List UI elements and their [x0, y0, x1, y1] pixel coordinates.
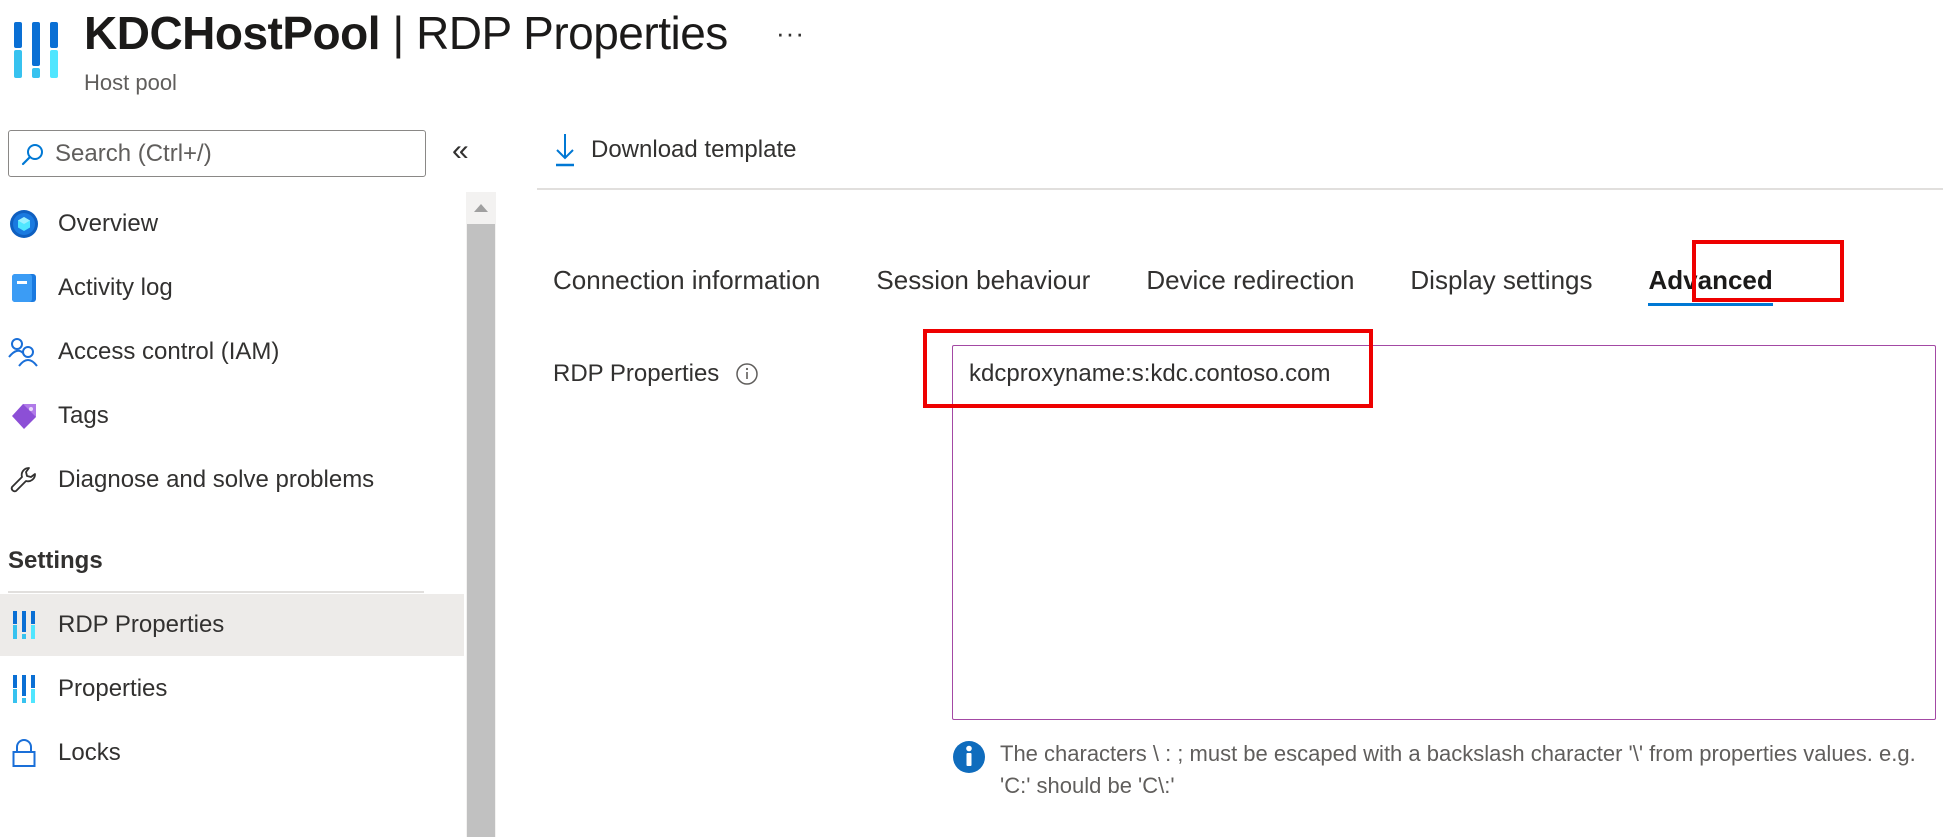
overview-icon: [8, 208, 40, 240]
tag-icon: [8, 400, 40, 432]
tab-session-behaviour[interactable]: Session behaviour: [876, 255, 1090, 306]
download-template-label: Download template: [591, 136, 797, 163]
section-divider: [8, 591, 424, 593]
collapse-sidebar-button[interactable]: «: [452, 136, 469, 166]
info-tooltip-icon[interactable]: [735, 362, 759, 386]
search-input[interactable]: [55, 139, 395, 168]
settings-section-header: Settings: [8, 547, 103, 574]
tab-display-settings[interactable]: Display settings: [1410, 255, 1592, 306]
sidebar-item-rdp-properties[interactable]: RDP Properties: [0, 594, 464, 656]
sidebar-item-properties[interactable]: Properties: [0, 658, 464, 720]
rdp-tabs: Connection information Session behaviour…: [553, 240, 1829, 320]
escape-info-message: The characters \ : ; must be escaped wit…: [952, 738, 1932, 802]
sidebar-item-tags[interactable]: Tags: [0, 385, 464, 447]
sidebar-item-diagnose[interactable]: Diagnose and solve problems: [0, 449, 464, 511]
rdp-properties-label: RDP Properties: [553, 360, 759, 388]
blade-name: RDP Properties: [416, 7, 728, 59]
sidebar-item-label: Diagnose and solve problems: [58, 466, 375, 493]
resource-name: KDCHostPool: [84, 7, 381, 59]
download-icon: [556, 134, 574, 167]
search-icon: [21, 143, 43, 165]
sidebar-item-label: Overview: [58, 210, 159, 237]
sidebar-item-label: Locks: [58, 739, 121, 766]
sidebar-item-label: Access control (IAM): [58, 338, 280, 365]
host-pool-icon: [8, 673, 40, 705]
sidebar-item-label: RDP Properties: [58, 611, 225, 638]
tab-connection-information[interactable]: Connection information: [553, 255, 820, 306]
sidebar-item-locks[interactable]: Locks: [0, 722, 464, 784]
main-content: Download template Connection information…: [537, 120, 1943, 837]
lock-icon: [8, 737, 40, 769]
scroll-up-arrow-icon[interactable]: [466, 196, 496, 220]
page-subtitle: Host pool: [84, 70, 177, 95]
access-control-icon: [8, 336, 40, 368]
host-pool-icon: [14, 22, 58, 78]
download-template-button[interactable]: Download template: [553, 132, 796, 168]
tab-advanced[interactable]: Advanced: [1648, 255, 1774, 306]
sidebar-item-overview[interactable]: Overview: [0, 193, 464, 255]
escape-info-text: The characters \ : ; must be escaped wit…: [1000, 741, 1916, 798]
more-options-button[interactable]: ···: [776, 18, 805, 49]
host-pool-icon: [8, 609, 40, 641]
scrollbar-thumb[interactable]: [467, 224, 495, 837]
sidebar-item-activity-log[interactable]: Activity log: [0, 257, 464, 319]
sidebar-item-label: Properties: [58, 675, 168, 702]
sidebar-item-access-control[interactable]: Access control (IAM): [0, 321, 464, 383]
info-icon: [953, 741, 985, 773]
search-box[interactable]: [8, 130, 426, 177]
title-separator: |: [380, 7, 417, 59]
sidebar-item-label: Tags: [58, 402, 109, 429]
sidebar: « Overview Activity log: [0, 120, 500, 837]
activity-log-icon: [8, 272, 40, 304]
command-bar: Download template: [537, 120, 1943, 190]
rdp-properties-label-text: RDP Properties: [553, 360, 720, 387]
rdp-properties-textarea[interactable]: kdcproxyname:s:kdc.contoso.com: [952, 345, 1936, 720]
tab-device-redirection[interactable]: Device redirection: [1146, 255, 1354, 306]
wrench-icon: [8, 464, 40, 496]
page-title: KDCHostPool | RDP Properties: [84, 6, 728, 60]
sidebar-item-label: Activity log: [58, 274, 173, 301]
page-header: KDCHostPool | RDP Properties ··· Host po…: [0, 0, 1943, 110]
